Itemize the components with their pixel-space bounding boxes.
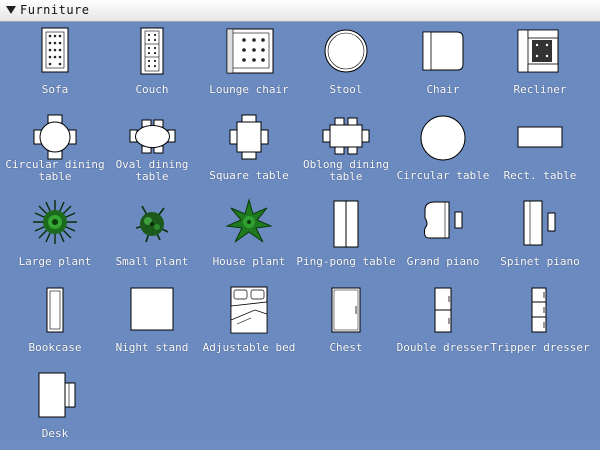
shape-label: Recliner bbox=[513, 83, 567, 96]
shape-label: Oblong dining table bbox=[302, 158, 390, 183]
shape-label: Grand piano bbox=[406, 255, 480, 268]
grand-piano-icon bbox=[424, 201, 463, 239]
lounge-chair-icon bbox=[226, 28, 274, 74]
shape-item-couch[interactable]: Couch bbox=[102, 26, 202, 106]
shape-label: Circular table bbox=[396, 169, 490, 182]
spinet-piano-icon bbox=[523, 200, 556, 246]
shape-item-adjustable-bed[interactable]: Adjustable bed bbox=[199, 284, 299, 364]
shape-label: Desk bbox=[41, 427, 69, 440]
shape-label: Double dresser bbox=[396, 341, 490, 354]
double-dresser-icon bbox=[434, 287, 452, 333]
shape-item-grand-piano[interactable]: Grand piano bbox=[393, 198, 493, 278]
shape-item-chair[interactable]: Chair bbox=[393, 26, 493, 106]
desk-icon bbox=[38, 372, 76, 418]
shape-item-chest[interactable]: Chest bbox=[296, 284, 396, 364]
shape-item-oval-dining-table[interactable]: Oval dining table bbox=[102, 112, 202, 192]
shape-label: Sofa bbox=[41, 83, 69, 96]
large-plant-icon bbox=[33, 200, 77, 244]
shape-item-stool[interactable]: Stool bbox=[296, 26, 396, 106]
night-stand-icon bbox=[130, 287, 174, 331]
circular-table-icon bbox=[420, 115, 466, 161]
stool-icon bbox=[324, 29, 368, 73]
shape-item-rect-table[interactable]: Rect. table bbox=[490, 112, 590, 192]
shape-label: Lounge chair bbox=[209, 83, 289, 96]
shape-item-circular-dining-table[interactable]: Circular dining table bbox=[5, 112, 105, 192]
shape-item-lounge-chair[interactable]: Lounge chair bbox=[199, 26, 299, 106]
shape-item-house-plant[interactable]: House plant bbox=[199, 198, 299, 278]
shape-item-bookcase[interactable]: Bookcase bbox=[5, 284, 105, 364]
sofa-icon bbox=[41, 27, 69, 73]
shape-item-tripper-dresser[interactable]: Tripper dresser bbox=[490, 284, 590, 364]
small-plant-icon bbox=[135, 205, 169, 243]
shape-label: Oval dining table bbox=[115, 158, 189, 183]
chair-icon bbox=[422, 31, 464, 71]
tripper-dresser-icon bbox=[531, 287, 547, 333]
shape-item-sofa[interactable]: Sofa bbox=[5, 26, 105, 106]
shape-item-spinet-piano[interactable]: Spinet piano bbox=[490, 198, 590, 278]
shape-label: Ping-pong table bbox=[296, 255, 396, 268]
section-title: Furniture bbox=[20, 3, 90, 17]
furniture-section-header[interactable]: Furniture bbox=[0, 0, 600, 22]
shape-label: Adjustable bed bbox=[202, 341, 296, 354]
shape-label: Night stand bbox=[115, 341, 189, 354]
shape-label: Rect. table bbox=[503, 169, 577, 182]
house-plant-icon bbox=[225, 198, 273, 243]
shape-item-circular-table[interactable]: Circular table bbox=[393, 112, 493, 192]
adjustable-bed-icon bbox=[230, 286, 268, 334]
ping-pong-table-icon bbox=[333, 200, 359, 248]
rect-table-icon bbox=[517, 126, 563, 148]
collapse-triangle-icon[interactable] bbox=[6, 6, 16, 14]
bookcase-icon bbox=[46, 287, 64, 333]
shape-label: Large plant bbox=[18, 255, 92, 268]
shape-label: Stool bbox=[329, 83, 363, 96]
couch-icon bbox=[140, 27, 164, 75]
square-table-icon bbox=[229, 114, 269, 160]
shape-label: Chair bbox=[426, 83, 460, 96]
shape-item-ping-pong-table[interactable]: Ping-pong table bbox=[296, 198, 396, 278]
shape-label: Small plant bbox=[115, 255, 189, 268]
shape-item-double-dresser[interactable]: Double dresser bbox=[393, 284, 493, 364]
shape-item-small-plant[interactable]: Small plant bbox=[102, 198, 202, 278]
shape-label: Couch bbox=[135, 83, 169, 96]
shape-label: Tripper dresser bbox=[490, 341, 590, 354]
furniture-panel: Furniture Sofa Couch Lounge chair Stool … bbox=[0, 0, 600, 440]
shape-item-night-stand[interactable]: Night stand bbox=[102, 284, 202, 364]
shape-label: Bookcase bbox=[28, 341, 82, 354]
shape-label: Square table bbox=[209, 169, 289, 182]
shape-label: Spinet piano bbox=[500, 255, 580, 268]
shape-label: Chest bbox=[329, 341, 363, 354]
shape-item-large-plant[interactable]: Large plant bbox=[5, 198, 105, 278]
shape-item-oblong-dining-table[interactable]: Oblong dining table bbox=[296, 112, 396, 192]
shape-label: Circular dining table bbox=[5, 158, 105, 183]
recliner-icon bbox=[517, 29, 559, 73]
shape-label: House plant bbox=[212, 255, 286, 268]
shape-item-recliner[interactable]: Recliner bbox=[490, 26, 590, 106]
shape-item-desk[interactable]: Desk bbox=[5, 370, 105, 450]
chest-icon bbox=[331, 287, 361, 333]
shape-item-square-table[interactable]: Square table bbox=[199, 112, 299, 192]
